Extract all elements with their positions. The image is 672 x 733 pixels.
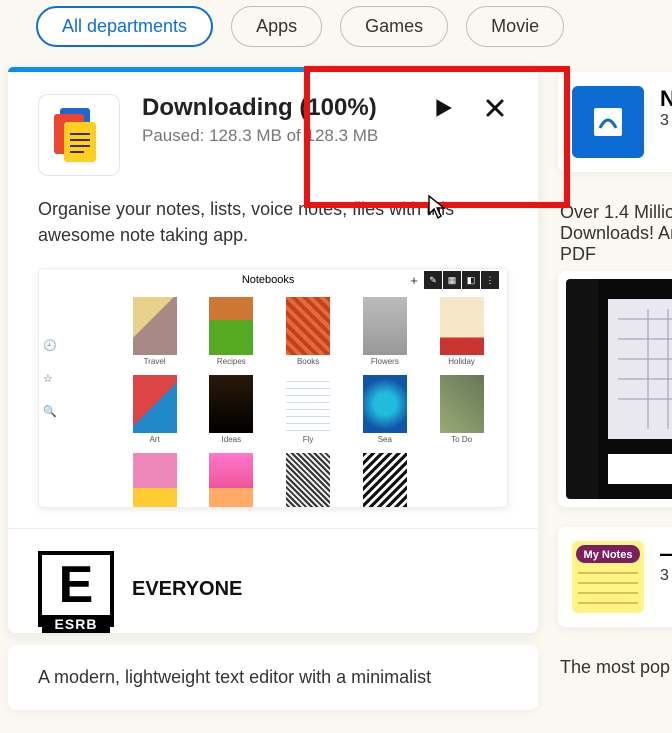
sidebar-icon: 🕘 (43, 339, 57, 352)
notebook-label: Recipes (217, 357, 246, 366)
sidebar-icon: 🔍 (43, 405, 57, 418)
notebook-label: Books (297, 357, 319, 366)
side-app-sub: 3 (660, 112, 672, 130)
tool-icon: ✎ (424, 271, 442, 289)
side-app-sub: 3 (660, 567, 672, 585)
notebook-label: Flowers (371, 357, 399, 366)
notebook-label: Sea (378, 435, 392, 444)
side-app-card[interactable]: N 3 (558, 72, 672, 172)
esrb-letter: E (42, 555, 110, 615)
app-icon (38, 94, 120, 176)
notebook-label: Travel (144, 357, 166, 366)
download-status: Paused: 128.3 MB of 128.3 MB (142, 126, 508, 146)
app-screenshot[interactable]: Notebooks + ✎ ▦ ◧ ⋮ 🕘 ☆ 🔍 Travel (38, 268, 508, 508)
app-description: A modern, lightweight text editor with a… (38, 667, 431, 687)
side-app-description: The most pop (558, 651, 672, 684)
tab-apps[interactable]: Apps (231, 6, 322, 47)
side-app-title: — (660, 541, 672, 567)
close-icon[interactable] (482, 95, 508, 121)
tool-icon: ▦ (443, 271, 461, 289)
notebook-label: Ideas (222, 435, 242, 444)
tool-icon: ⋮ (481, 271, 499, 289)
sidebar-icon: ☆ (43, 372, 57, 385)
tool-icon: ◧ (462, 271, 480, 289)
add-icon: + (405, 273, 423, 288)
notebook-label: Fly (303, 435, 314, 444)
app-description: Organise your notes, lists, voice notes,… (8, 182, 538, 258)
side-screenshot (566, 279, 672, 499)
svg-text:My Notes: My Notes (584, 549, 633, 561)
side-app-card-2[interactable]: My Notes — 3 (558, 527, 672, 627)
play-icon[interactable] (430, 95, 456, 121)
screenshot-title: Notebooks (242, 274, 295, 286)
category-tabs: All departments Apps Games Movie (0, 0, 672, 67)
side-app-title: N (660, 86, 672, 112)
notebook-label: Art (149, 435, 159, 444)
side-app-description: Over 1.4 Million Downloads! Annotate PDF (558, 196, 672, 271)
second-app-card[interactable]: A modern, lightweight text editor with a… (8, 645, 538, 710)
notebook-label: To Do (451, 435, 472, 444)
side-screenshot-card[interactable] (558, 271, 672, 507)
side-app-icon (572, 86, 644, 158)
download-card: Downloading (100%) Paused: 128.3 MB of 1… (8, 67, 538, 633)
notebook-label: Holiday (448, 357, 475, 366)
notebook-grid: Travel Recipes Books Flowers Holiday Art… (123, 297, 493, 503)
esrb-badge: E ESRB (38, 551, 114, 627)
rating-label: EVERYONE (132, 578, 242, 601)
tab-all-departments[interactable]: All departments (36, 6, 213, 47)
tab-movies[interactable]: Movie (466, 6, 564, 47)
content-rating: E ESRB EVERYONE (8, 528, 538, 627)
esrb-caption: ESRB (42, 615, 110, 633)
tab-games[interactable]: Games (340, 6, 448, 47)
my-notes-icon: My Notes (572, 541, 644, 613)
download-title: Downloading (100%) (142, 94, 377, 122)
